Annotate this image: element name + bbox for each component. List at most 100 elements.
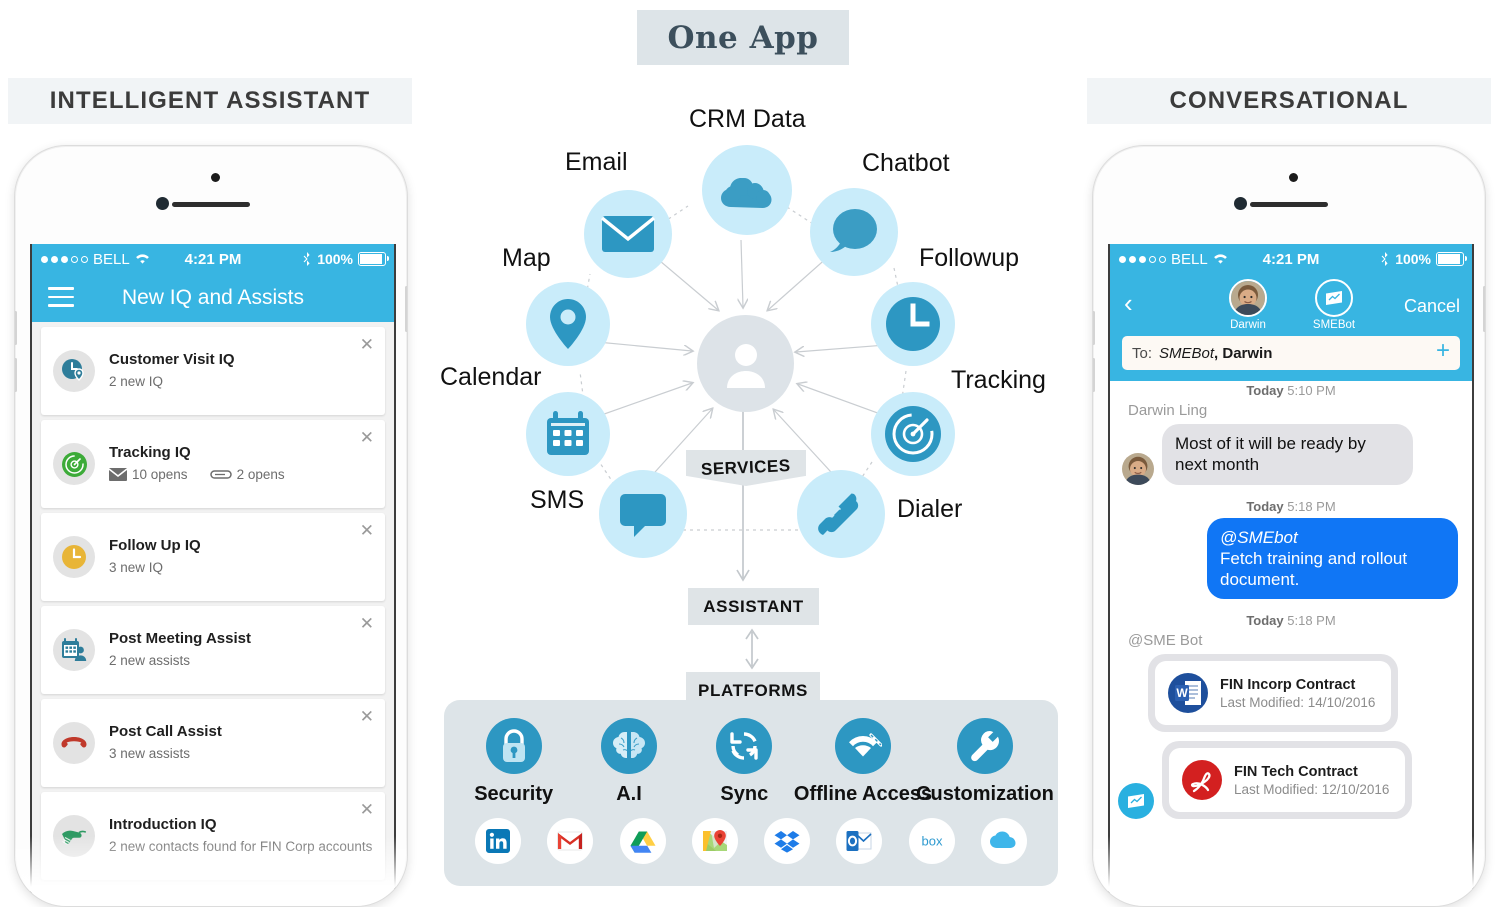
- list-item[interactable]: Post Call Assist 3 new assists ✕: [41, 699, 385, 787]
- node-email[interactable]: [584, 190, 672, 278]
- node-label-crm-data: CRM Data: [689, 105, 806, 133]
- node-dialer[interactable]: [797, 470, 885, 558]
- document-message-row: FIN Tech Contract Last Modified: 12/10/2…: [1110, 741, 1472, 820]
- item-subtitle: 2 new assists: [109, 653, 191, 669]
- close-icon[interactable]: ✕: [360, 429, 374, 446]
- list-item[interactable]: Post Meeting Assist 2 new assists ✕: [41, 606, 385, 694]
- chat-bubble-icon: [828, 207, 880, 257]
- item-subtitle: 2 new IQ: [109, 374, 164, 390]
- google-maps-logo[interactable]: [691, 818, 738, 864]
- document-message-row: W FIN Incorp Contract Last Modified: 14/…: [1110, 654, 1472, 733]
- node-sms[interactable]: [599, 470, 687, 558]
- item-title: Tracking IQ: [109, 444, 191, 462]
- plus-icon[interactable]: +: [1436, 339, 1450, 363]
- conversational-label: CONVERSATIONAL: [1169, 87, 1409, 114]
- power-button[interactable]: [405, 286, 407, 332]
- to-row: To: SMEBot , Darwin +: [1110, 336, 1472, 381]
- feature-label: Offline Access: [793, 783, 933, 805]
- participant-smebot[interactable]: SMEBot: [1303, 279, 1365, 331]
- avatar: [1122, 452, 1154, 485]
- participant-darwin[interactable]: Darwin: [1217, 279, 1279, 331]
- icloud-logo[interactable]: [980, 818, 1027, 864]
- node-label-followup: Followup: [919, 244, 1020, 272]
- node-label-map: Map: [502, 244, 551, 272]
- volume-up-button[interactable]: [1093, 311, 1095, 345]
- wrench-icon: [956, 718, 1013, 774]
- phone-hangup-icon: [53, 722, 95, 764]
- dropbox-logo[interactable]: [764, 818, 811, 864]
- hub-user-node: [697, 315, 794, 412]
- google-drive-logo[interactable]: [619, 818, 666, 864]
- feature-sync[interactable]: Sync: [687, 718, 802, 806]
- features-row: Security A.I Sync Offline Access Customi…: [444, 718, 1058, 806]
- node-label-dialer: Dialer: [897, 495, 963, 523]
- document-bubble[interactable]: W FIN Incorp Contract Last Modified: 14/…: [1148, 654, 1398, 733]
- services-diagram: CRM Data Chatbot Followup Tracking Diale…: [430, 0, 1070, 902]
- hamburger-icon[interactable]: [48, 287, 74, 313]
- document-card[interactable]: FIN Tech Contract Last Modified: 12/10/2…: [1169, 748, 1405, 813]
- node-label-tracking: Tracking: [951, 366, 1046, 394]
- feature-label: Security: [474, 783, 554, 805]
- item-title: Post Call Assist: [109, 723, 222, 741]
- battery-icon: [358, 252, 389, 266]
- list-item[interactable]: Tracking IQ 10 opens 2 opens ✕: [41, 420, 385, 508]
- timestamp: Today 5:18 PM: [1246, 498, 1336, 514]
- cancel-button[interactable]: Cancel: [1404, 296, 1460, 317]
- document-bubble[interactable]: FIN Tech Contract Last Modified: 12/10/2…: [1162, 741, 1412, 820]
- message-thread[interactable]: Today 5:10 PM Darwin Ling Most of it wil…: [1110, 381, 1472, 894]
- close-icon[interactable]: ✕: [360, 615, 374, 632]
- clock-icon: [884, 295, 942, 353]
- assist-list[interactable]: Customer Visit IQ 2 new IQ ✕ Tracking IQ…: [32, 322, 394, 894]
- conversational-header: CONVERSATIONAL: [1087, 78, 1491, 124]
- assistant-label: ASSISTANT: [703, 596, 804, 616]
- bluetooth-icon: [1381, 252, 1390, 266]
- recipient-smebot: SMEBot: [1159, 344, 1215, 362]
- timestamp: Today 5:10 PM: [1246, 383, 1336, 398]
- sync-icon: [716, 718, 773, 774]
- bot-avatar: [1118, 783, 1154, 820]
- clock-icon: [53, 536, 95, 578]
- feature-offline-access[interactable]: Offline Access: [794, 718, 932, 806]
- close-icon[interactable]: ✕: [360, 801, 374, 818]
- node-calendar[interactable]: [526, 392, 610, 476]
- close-icon[interactable]: ✕: [360, 336, 374, 353]
- participant-name: Darwin: [1230, 319, 1266, 331]
- status-right-group: 100%: [303, 251, 389, 267]
- volume-up-button[interactable]: [15, 311, 17, 345]
- feature-ai[interactable]: A.I: [571, 718, 686, 806]
- gmail-logo[interactable]: [547, 818, 594, 864]
- list-item[interactable]: Customer Visit IQ 2 new IQ ✕: [41, 327, 385, 415]
- to-recipients-field[interactable]: To: SMEBot , Darwin +: [1122, 336, 1460, 370]
- node-crm-data[interactable]: [702, 145, 792, 235]
- close-icon[interactable]: ✕: [360, 708, 374, 725]
- phone-icon: [815, 488, 867, 540]
- node-tracking[interactable]: [871, 392, 955, 476]
- outlook-logo[interactable]: [836, 818, 883, 864]
- feature-customization[interactable]: Customization: [916, 718, 1054, 806]
- lock-icon: [485, 718, 542, 774]
- proximity-sensor: [211, 173, 220, 182]
- node-map[interactable]: [526, 282, 610, 366]
- list-item[interactable]: Introduction IQ 2 new contacts found for…: [41, 792, 385, 880]
- left-phone-mockup: BELL 4:21 PM 100% New IQ and Assists Cus…: [14, 145, 408, 907]
- feature-security[interactable]: Security: [456, 718, 571, 806]
- node-chatbot[interactable]: [810, 188, 898, 276]
- volume-down-button[interactable]: [1093, 358, 1095, 392]
- map-pin-icon: [546, 297, 590, 351]
- close-icon[interactable]: ✕: [360, 522, 374, 539]
- box-logo[interactable]: box: [908, 818, 955, 864]
- volume-down-button[interactable]: [15, 358, 17, 392]
- message-sender: @SME Bot: [1128, 632, 1203, 650]
- opens-attachment-group: 2 opens: [209, 466, 285, 484]
- linkedin-logo[interactable]: [475, 818, 522, 864]
- chat-nav-bar: ‹ Darwin SMEBot Cancel: [1110, 274, 1472, 336]
- node-label-calendar: Calendar: [440, 363, 542, 391]
- platforms-label: PLATFORMS: [698, 680, 808, 700]
- document-card[interactable]: W FIN Incorp Contract Last Modified: 14/…: [1155, 661, 1391, 726]
- power-button[interactable]: [1483, 286, 1485, 332]
- node-followup[interactable]: [871, 282, 955, 366]
- feature-label: Customization: [916, 783, 1054, 805]
- left-phone-screen: BELL 4:21 PM 100% New IQ and Assists Cus…: [30, 244, 396, 894]
- mention-smebot: @SMEbot: [1220, 527, 1298, 547]
- list-item[interactable]: Follow Up IQ 3 new IQ ✕: [41, 513, 385, 601]
